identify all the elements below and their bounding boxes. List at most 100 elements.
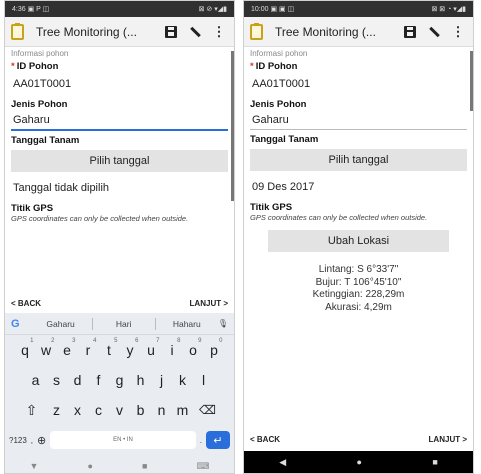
key-q[interactable]: 1q — [15, 338, 36, 358]
suggestion-2[interactable]: Hari — [93, 319, 155, 329]
key-h[interactable]: h — [130, 372, 151, 388]
status-bar: 4:36 ▣ P ◫ ⊠ ⊘ ▾◢▮ — [5, 1, 234, 17]
suggestion-1[interactable]: Gaharu — [30, 319, 92, 329]
scrollbar[interactable] — [470, 51, 473, 111]
change-location-button[interactable]: Ubah Lokasi — [268, 230, 449, 252]
gps-hint: GPS coordinates can only be collected wh… — [250, 213, 428, 222]
key-l[interactable]: l — [193, 372, 214, 388]
key-j[interactable]: j — [151, 372, 172, 388]
key-x[interactable]: x — [67, 402, 88, 418]
jump-arrow-icon — [189, 26, 201, 38]
key-g[interactable]: g — [109, 372, 130, 388]
status-bar: 10:00 ▣ ▣ ◫ ⊠ ⊠ ◔ ▾◢▮ — [244, 1, 473, 17]
phone-screen-right: 10:00 ▣ ▣ ◫ ⊠ ⊠ ◔ ▾◢▮ Tree Monitoring (.… — [243, 0, 474, 474]
key-n[interactable]: n — [151, 402, 172, 418]
home-nav-icon[interactable]: ● — [357, 457, 362, 467]
clock: 4:36 — [12, 6, 26, 13]
recents-nav-icon[interactable]: ■ — [142, 461, 147, 471]
jenis-input[interactable]: Gaharu — [250, 110, 467, 130]
notification-icons: ▣ P ◫ — [27, 6, 50, 13]
back-button[interactable]: < BACK — [250, 435, 280, 444]
key-row-2: a s d f g h j k l — [5, 365, 234, 395]
pick-date-button[interactable]: Pilih tanggal — [250, 149, 467, 171]
tanggal-value: Tanggal tidak dipilih — [13, 182, 110, 194]
enter-key[interactable]: ↵ — [206, 431, 230, 449]
mic-icon[interactable]: 🎙 — [218, 319, 228, 328]
key-row-1: 1q 2w 3e 4r 5t 6y 7u 8i 9o 0p — [5, 335, 234, 365]
section-header: Informasi pohon — [250, 49, 308, 58]
suggestion-3[interactable]: Haharu — [156, 319, 218, 329]
required-marker: * — [250, 61, 254, 72]
scrollbar[interactable] — [231, 51, 234, 201]
form-nav: < BACK LANJUT > — [5, 293, 234, 313]
jump-button[interactable] — [425, 23, 443, 41]
keyboard-switch-icon[interactable]: ⌨ — [196, 461, 209, 472]
altitude-text: Ketinggian: 228,29m — [312, 289, 405, 300]
clipboard-icon — [11, 22, 24, 40]
pick-date-button[interactable]: Pilih tanggal — [11, 150, 228, 172]
backspace-key[interactable]: ⌫ — [197, 403, 218, 417]
key-r[interactable]: 4r — [78, 338, 99, 358]
key-b[interactable]: b — [130, 402, 151, 418]
key-o[interactable]: 9o — [183, 338, 204, 358]
key-c[interactable]: c — [88, 402, 109, 418]
key-y[interactable]: 6y — [120, 338, 141, 358]
form-nav: < BACK LANJUT > — [244, 429, 473, 449]
key-v[interactable]: v — [109, 402, 130, 418]
space-key[interactable]: EN • IN — [50, 431, 196, 449]
required-marker: * — [11, 61, 15, 72]
save-button[interactable] — [162, 23, 180, 41]
jenis-input[interactable]: Gaharu — [11, 110, 228, 131]
recents-nav-icon[interactable]: ■ — [432, 457, 437, 467]
phone-screen-left: 4:36 ▣ P ◫ ⊠ ⊘ ▾◢▮ Tree Monitoring (... … — [4, 0, 235, 474]
back-nav-icon[interactable]: ◀ — [279, 457, 286, 468]
symbols-key[interactable]: ?123 — [9, 436, 27, 445]
key-f[interactable]: f — [88, 372, 109, 388]
key-s[interactable]: s — [46, 372, 67, 388]
key-row-bottom: ?123 , ⊕ EN • IN . ↵ — [5, 425, 234, 455]
key-p[interactable]: 0p — [204, 338, 225, 358]
key-k[interactable]: k — [172, 372, 193, 388]
key-t[interactable]: 5t — [99, 338, 120, 358]
keyboard: < BACK LANJUT > G Gaharu Hari Haharu 🎙 1… — [5, 293, 234, 473]
system-nav-bar: ◀ ● ■ — [244, 451, 473, 473]
jump-button[interactable] — [186, 23, 204, 41]
section-header: Informasi pohon — [11, 49, 69, 58]
key-m[interactable]: m — [172, 402, 193, 418]
suggestion-bar: G Gaharu Hari Haharu 🎙 — [5, 313, 234, 335]
overflow-menu-button[interactable]: ⋮ — [210, 23, 228, 41]
key-u[interactable]: 7u — [141, 338, 162, 358]
key-z[interactable]: z — [46, 402, 67, 418]
overflow-menu-button[interactable]: ⋮ — [449, 23, 467, 41]
comma-key[interactable]: , — [31, 436, 33, 445]
back-nav-icon[interactable]: ▼ — [30, 461, 39, 471]
tanggal-value: 09 Des 2017 — [252, 181, 315, 193]
back-button[interactable]: < BACK — [11, 299, 41, 308]
globe-icon[interactable]: ⊕ — [37, 434, 46, 447]
gps-label: Titik GPS — [11, 203, 54, 214]
shift-key[interactable]: ⇧ — [21, 402, 42, 419]
save-icon — [404, 25, 416, 38]
jump-arrow-icon — [428, 26, 440, 38]
key-i[interactable]: 8i — [162, 338, 183, 358]
id-label: * ID Pohon — [250, 61, 467, 72]
form-content: Informasi pohon * ID Pohon AA01T0001 Jeni… — [5, 47, 234, 223]
next-button[interactable]: LANJUT > — [429, 435, 467, 444]
save-button[interactable] — [401, 23, 419, 41]
gps-hint: GPS coordinates can only be collected wh… — [11, 214, 189, 223]
key-d[interactable]: d — [67, 372, 88, 388]
jenis-label: Jenis Pohon — [11, 99, 68, 110]
gps-readout: Lintang: S 6°33'7" Bujur: T 106°45'10" K… — [250, 264, 467, 314]
key-e[interactable]: 3e — [57, 338, 78, 358]
key-w[interactable]: 2w — [36, 338, 57, 358]
next-button[interactable]: LANJUT > — [190, 299, 228, 308]
home-nav-icon[interactable]: ● — [87, 461, 92, 471]
app-bar: Tree Monitoring (... ⋮ — [5, 17, 234, 47]
clock: 10:00 — [251, 6, 269, 13]
period-key[interactable]: . — [200, 436, 202, 445]
form-content: Informasi pohon * ID Pohon AA01T0001 Jeni… — [244, 47, 473, 314]
google-icon[interactable]: G — [11, 318, 20, 330]
key-a[interactable]: a — [25, 372, 46, 388]
system-icons: ⊠ ⊠ ◔ ▾◢▮ — [431, 6, 466, 13]
system-nav-bar: ▼ ● ■ ⌨ — [5, 455, 234, 473]
